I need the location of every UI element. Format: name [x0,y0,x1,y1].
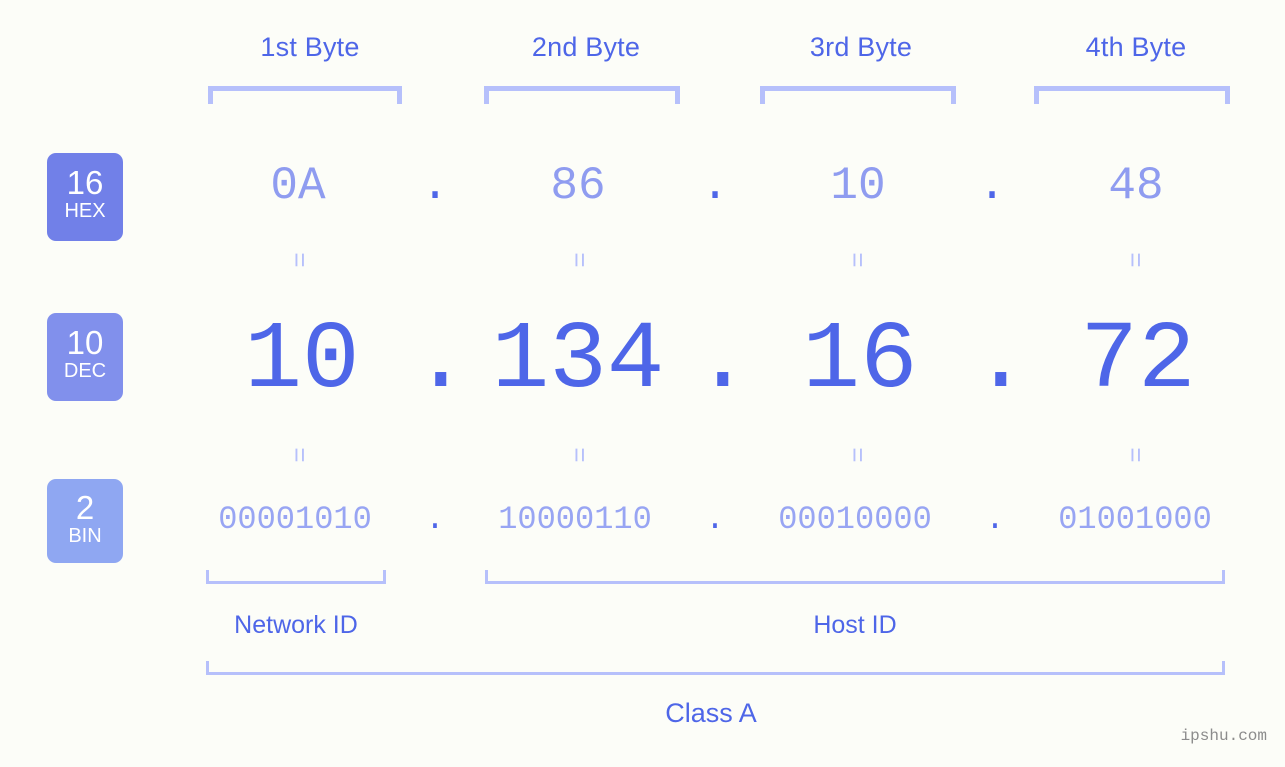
base-badge-hex-number: 16 [66,164,104,201]
hex-separator-3: . [978,160,1006,212]
class-label: Class A [665,698,757,728]
byte-header-3: 3rd Byte [809,32,913,62]
hex-separator-1: . [421,160,449,212]
base-badge-dec-number: 10 [66,324,104,361]
network-id-bracket [206,570,386,584]
network-id-label: Network ID [234,611,358,639]
base-badge-dec: 10 DEC [47,313,123,401]
byte-bracket-2 [484,86,680,104]
base-badge-hex: 16 HEX [47,153,123,241]
dec-separator-1: . [412,306,470,415]
base-badge-bin-number: 2 [75,489,95,526]
base-badge-bin-name: BIN [68,525,102,547]
bin-byte-4: 01001000 [1058,501,1212,538]
bin-byte-3: 00010000 [778,501,932,538]
base-badge-hex-name: HEX [64,200,106,222]
hex-separator-2: . [701,160,729,212]
base-badge-dec-name: DEC [63,360,107,382]
bin-separator-3: . [985,501,1005,538]
byte-header-1: 1st Byte [260,32,360,62]
byte-header-2: 2nd Byte [531,32,641,62]
dec-separator-2: . [694,306,752,415]
ip-address-breakdown-diagram: 1st Byte 2nd Byte 3rd Byte 4th Byte 16 H… [0,0,1285,767]
dec-separator-3: . [972,306,1030,415]
class-bracket [206,661,1225,675]
host-id-bracket [485,570,1225,584]
byte-bracket-3 [760,86,956,104]
byte-bracket-1 [208,86,402,104]
site-watermark: ipshu.com [1180,727,1267,745]
bin-separator-2: . [705,501,725,538]
bin-separator-1: . [425,501,445,538]
byte-header-4: 4th Byte [1085,32,1187,62]
bin-byte-2: 10000110 [498,501,652,538]
host-id-label: Host ID [813,611,897,639]
byte-bracket-4 [1034,86,1230,104]
bin-byte-1: 00001010 [218,501,372,538]
base-badge-bin: 2 BIN [47,479,123,563]
